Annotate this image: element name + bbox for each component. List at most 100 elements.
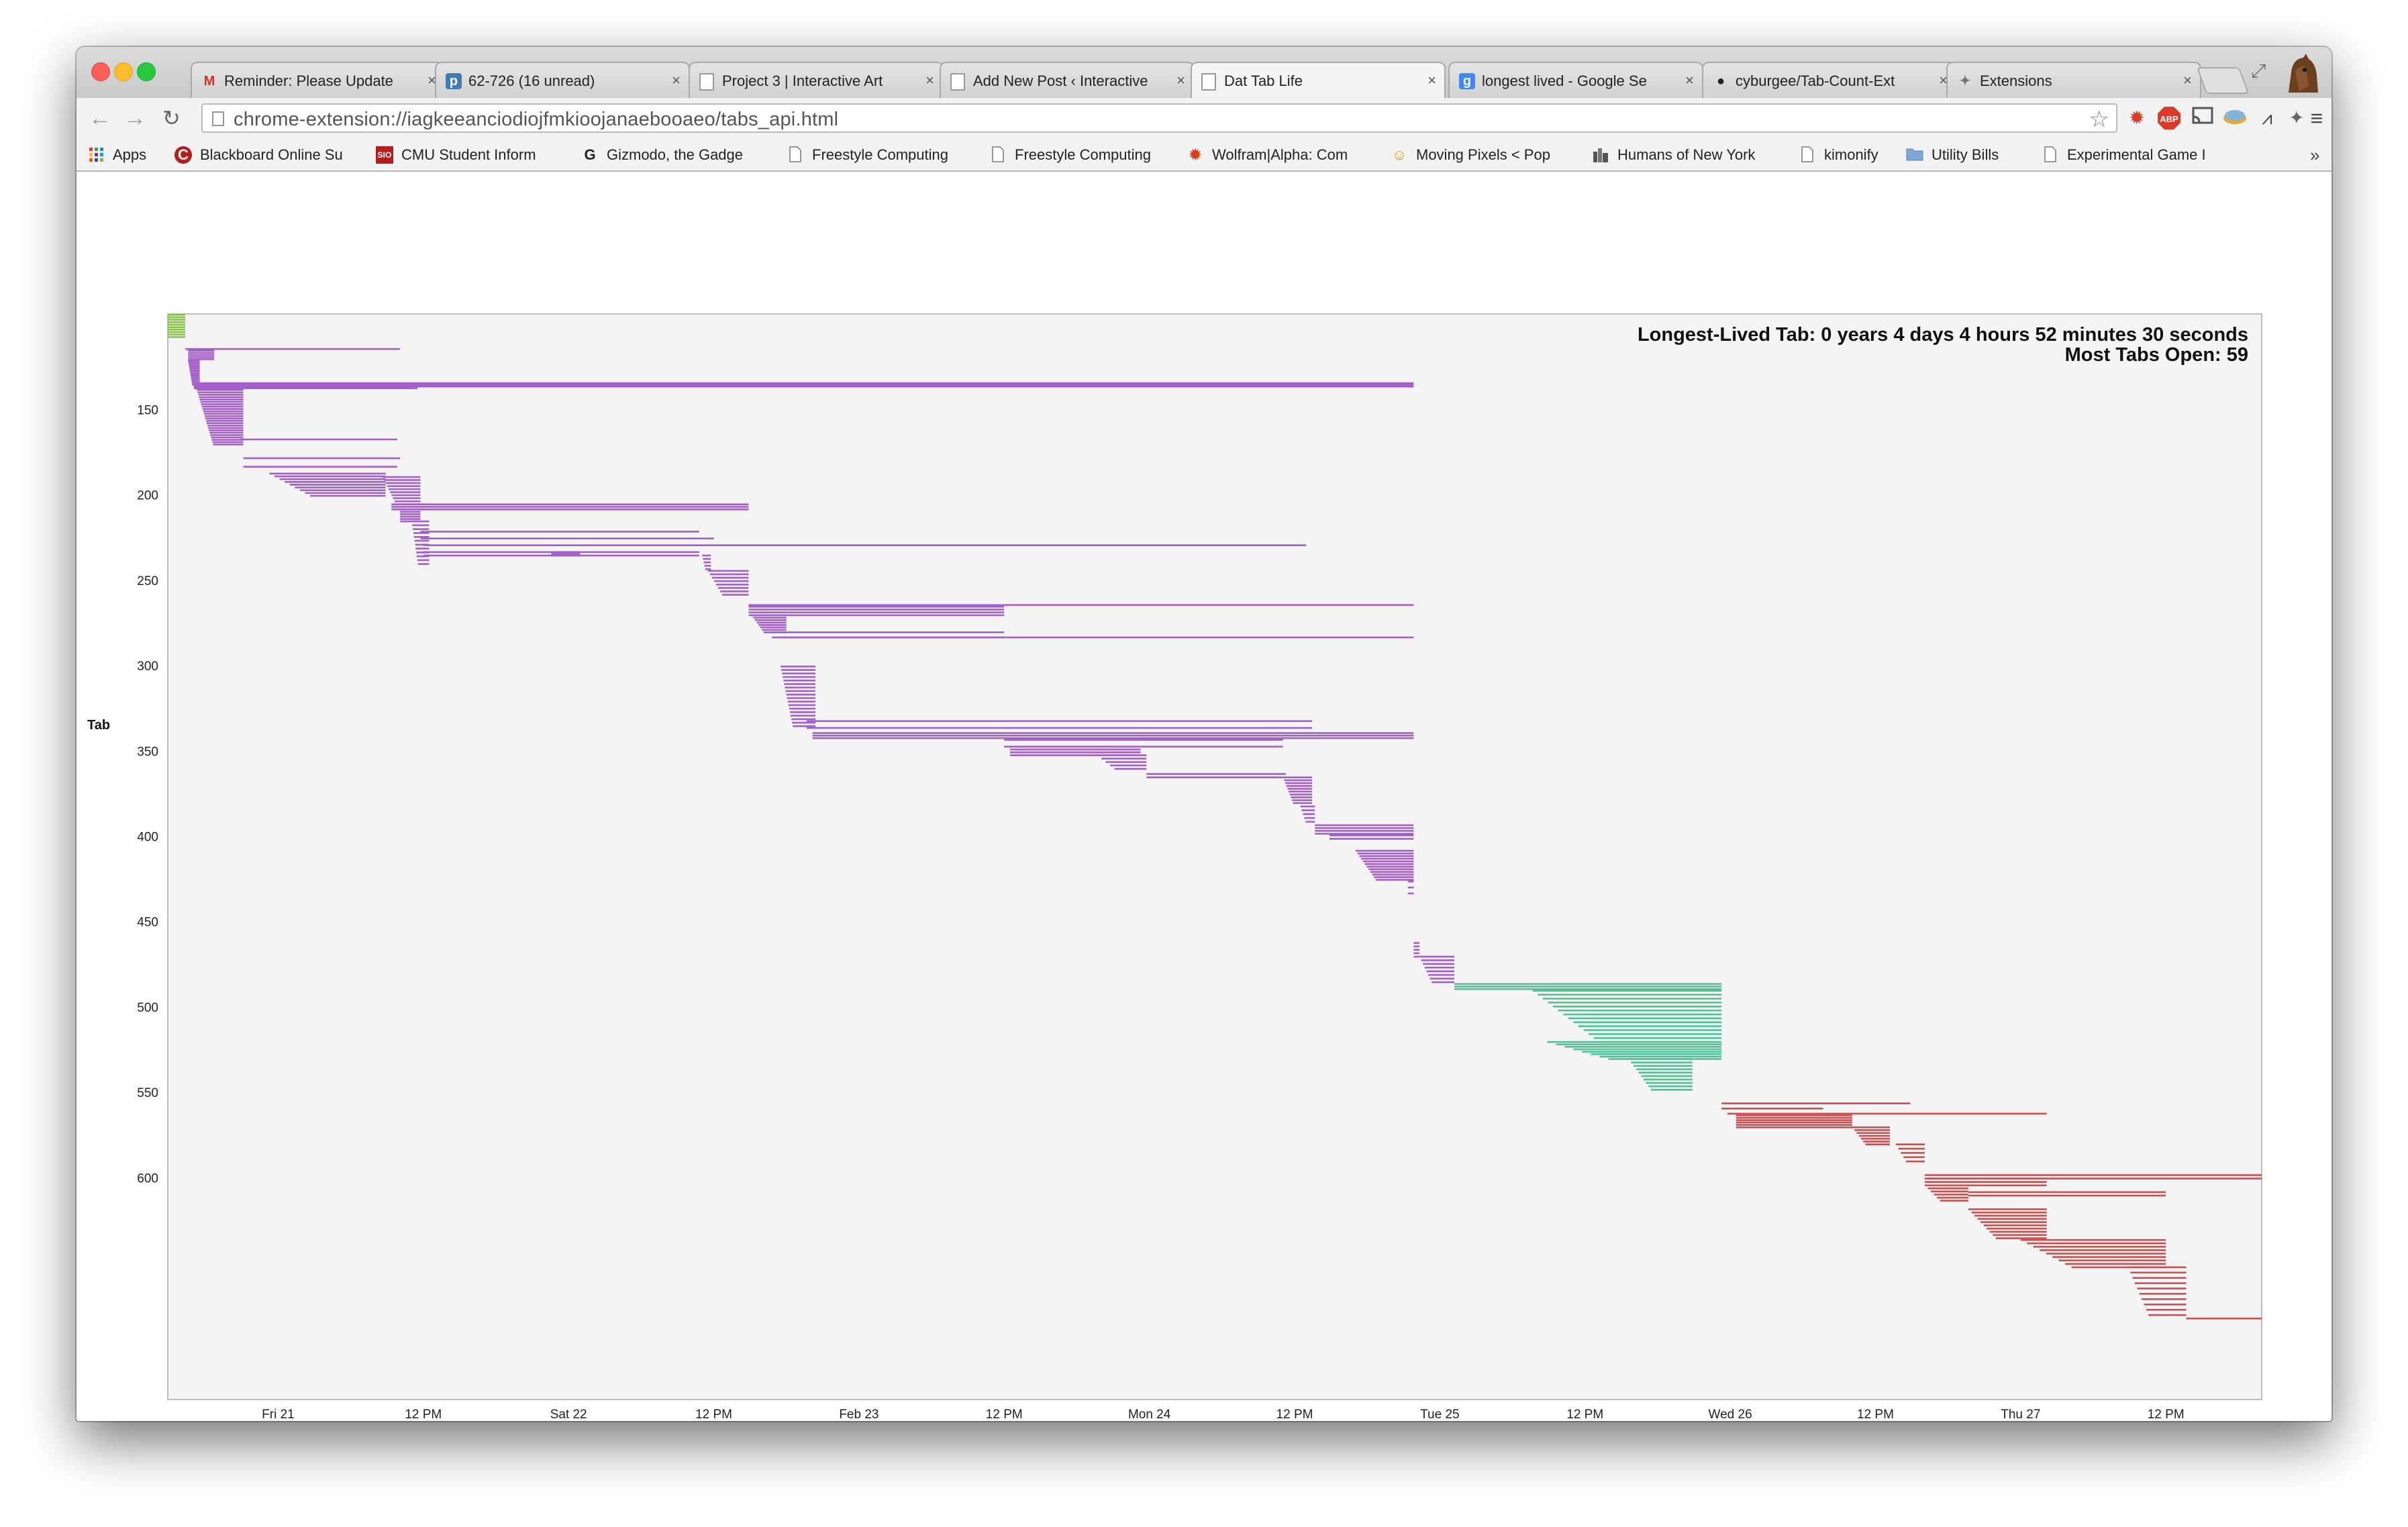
- bookmark-item[interactable]: ☺ Moving Pixels < Pop: [1391, 145, 1583, 165]
- tab-lifetime-bar: [1372, 874, 1414, 876]
- tab-lifetime-bar: [188, 358, 215, 360]
- tab-lifetime-bar: [1413, 945, 1420, 947]
- tab-lifetime-bar: [207, 422, 244, 425]
- sio-icon: SIO: [376, 146, 393, 164]
- tab-lifetime-bar: [1283, 776, 1312, 778]
- tab-lifetime-bar: [1591, 1053, 1722, 1055]
- tab-lifetime-bar: [1905, 1160, 1925, 1163]
- tab-lifetime-bar: [1736, 1119, 1852, 1121]
- tab-lifetime-bar: [1329, 834, 1414, 837]
- bookmark-item[interactable]: SIO CMU Student Inform: [376, 145, 572, 165]
- tab-lifetime-bar: [1454, 986, 1722, 988]
- x-tick-label: Sat 22: [550, 1408, 587, 1421]
- tab-lifetime-bar: [191, 380, 200, 382]
- tab-lifetime-bar: [274, 475, 386, 478]
- tab-lifetime-bar: [1355, 849, 1414, 852]
- tab-lifetime-bar: [1901, 1152, 1925, 1154]
- tab-lifetime-bar: [707, 570, 749, 572]
- bookmarks-overflow-button[interactable]: »: [2310, 145, 2319, 166]
- minimize-window-button[interactable]: [114, 62, 133, 81]
- tab-lifetime-bar: [777, 636, 1414, 639]
- bookmark-item[interactable]: Apps: [87, 145, 165, 165]
- tab-lifetime-bar: [1110, 764, 1147, 767]
- tab-close-icon[interactable]: ×: [1685, 72, 1694, 89]
- tab-lifetime-bar: [1593, 1037, 1722, 1039]
- bookmark-item[interactable]: kimonify: [1799, 145, 1897, 165]
- bookmark-label: kimonify: [1824, 146, 1878, 163]
- tab-lifetime-bar: [1315, 824, 1414, 827]
- tab-lifetime-bar: [1599, 1055, 1722, 1058]
- apps-icon: [87, 146, 105, 164]
- tab-lifetime-bar: [310, 494, 386, 497]
- tab-lifetime-bar: [787, 700, 815, 702]
- close-window-button[interactable]: [91, 62, 110, 81]
- zoom-window-button[interactable]: [137, 62, 156, 81]
- bookmark-label: Blackboard Online Su: [200, 146, 343, 163]
- adblock-icon[interactable]: ABP: [2157, 106, 2181, 130]
- menu-icon[interactable]: ≡: [2305, 106, 2329, 130]
- tab-lifetime-bar: [305, 492, 386, 494]
- browser-tab[interactable]: g longest lived - Google Se ×: [1448, 62, 1703, 98]
- bookmark-star-icon[interactable]: ☆: [2089, 106, 2109, 133]
- tab-lifetime-bar: [782, 672, 815, 675]
- tab-close-icon[interactable]: ×: [672, 72, 681, 89]
- bookmark-item[interactable]: Experimental Game I: [2042, 145, 2295, 165]
- tab-lifetime-bar: [786, 694, 815, 696]
- bookmark-item[interactable]: ✹ Wolfram|Alpha: Com: [1187, 145, 1381, 165]
- back-button[interactable]: ←: [89, 105, 111, 131]
- profile-avatar-icon[interactable]: [2279, 52, 2321, 94]
- bookmark-item[interactable]: Utility Bills: [1906, 145, 2032, 165]
- bookmark-item[interactable]: Freestyle Computing: [989, 145, 1177, 165]
- bookmark-item[interactable]: Freestyle Computing: [787, 145, 980, 165]
- tab-lifetime-bar: [1573, 1048, 1722, 1051]
- new-tab-button[interactable]: [2196, 67, 2250, 94]
- browser-tab[interactable]: Dat Tab Life ×: [1191, 62, 1446, 98]
- tab-lifetime-bar: [199, 399, 244, 401]
- tab-lifetime-bar: [1454, 988, 1722, 990]
- tab-lifetime-bar: [2020, 1239, 2166, 1241]
- bookmark-item[interactable]: Humans of New York: [1592, 145, 1789, 165]
- cast-icon[interactable]: [2191, 106, 2215, 130]
- tab-lifetime-bar: [1648, 1085, 1693, 1088]
- tab-lifetime-bar: [1736, 1124, 1852, 1126]
- tab-close-icon[interactable]: ×: [925, 72, 934, 89]
- forward-button[interactable]: →: [123, 105, 146, 131]
- browser-tab[interactable]: ✦ Extensions ×: [1946, 62, 2201, 98]
- tab-lifetime-bar: [1628, 1058, 1693, 1060]
- tab-lifetime-bar: [279, 478, 386, 480]
- tab-lifetime-bar: [1305, 821, 1315, 823]
- tab-close-icon[interactable]: ×: [1176, 72, 1185, 89]
- lastpass-icon[interactable]: ✹: [2125, 106, 2149, 130]
- bookmark-item[interactable]: C Blackboard Online Su: [174, 145, 366, 165]
- pie-icon[interactable]: [2223, 106, 2247, 130]
- tab-close-icon[interactable]: ×: [1427, 72, 1436, 89]
- browser-tab[interactable]: Add New Post ‹ Interactive ×: [940, 62, 1195, 98]
- tab-lifetime-bar: [269, 472, 386, 475]
- bookmark-label: Freestyle Computing: [1015, 146, 1151, 163]
- y-axis: 150 200 250 300 350 400 450 500 550 600: [137, 403, 158, 1186]
- tab-lifetime-bar: [792, 721, 815, 724]
- tab-lifetime-bar: [1292, 799, 1312, 801]
- browser-tab[interactable]: p 62-726 (16 unread) ×: [435, 62, 690, 98]
- tab-lifetime-bar: [1582, 1051, 1722, 1053]
- browser-tab[interactable]: Project 3 | Interactive Art ×: [689, 62, 944, 98]
- tab-close-icon[interactable]: ×: [2183, 72, 2192, 89]
- tab-lifetime-bar: [2137, 1287, 2187, 1289]
- y-tick-label: 250: [137, 574, 158, 588]
- workflow-icon[interactable]: ⩘: [2255, 106, 2279, 130]
- tab-lifetime-bar: [807, 720, 1312, 723]
- fullscreen-icon[interactable]: ⤢: [2251, 60, 2266, 83]
- tab-life-chart: 150 200 250 300 350 400 450 500 550 600 Fri 21 12 P…: [87, 313, 2262, 1421]
- tab-lifetime-bar: [1634, 1065, 1693, 1067]
- tab-title: Extensions: [1980, 72, 2052, 89]
- browser-tab[interactable]: M Reminder: Please Update ×: [191, 62, 446, 98]
- tab-lifetime-bar: [190, 371, 200, 373]
- bookmark-item[interactable]: G Gizmodo, the Gadge: [581, 145, 777, 165]
- browser-tab[interactable]: ● cyburgee/Tab-Count-Ext ×: [1702, 62, 1957, 98]
- reload-button[interactable]: ↻: [162, 105, 181, 131]
- tab-lifetime-bar: [551, 554, 581, 557]
- bookmark-label: Humans of New York: [1617, 146, 1756, 163]
- tab-lifetime-bar: [1983, 1224, 2047, 1226]
- address-bar[interactable]: chrome-extension://iagkeeanciodiojfmkioo…: [201, 103, 2117, 133]
- tab-lifetime-bar: [1968, 1191, 2166, 1194]
